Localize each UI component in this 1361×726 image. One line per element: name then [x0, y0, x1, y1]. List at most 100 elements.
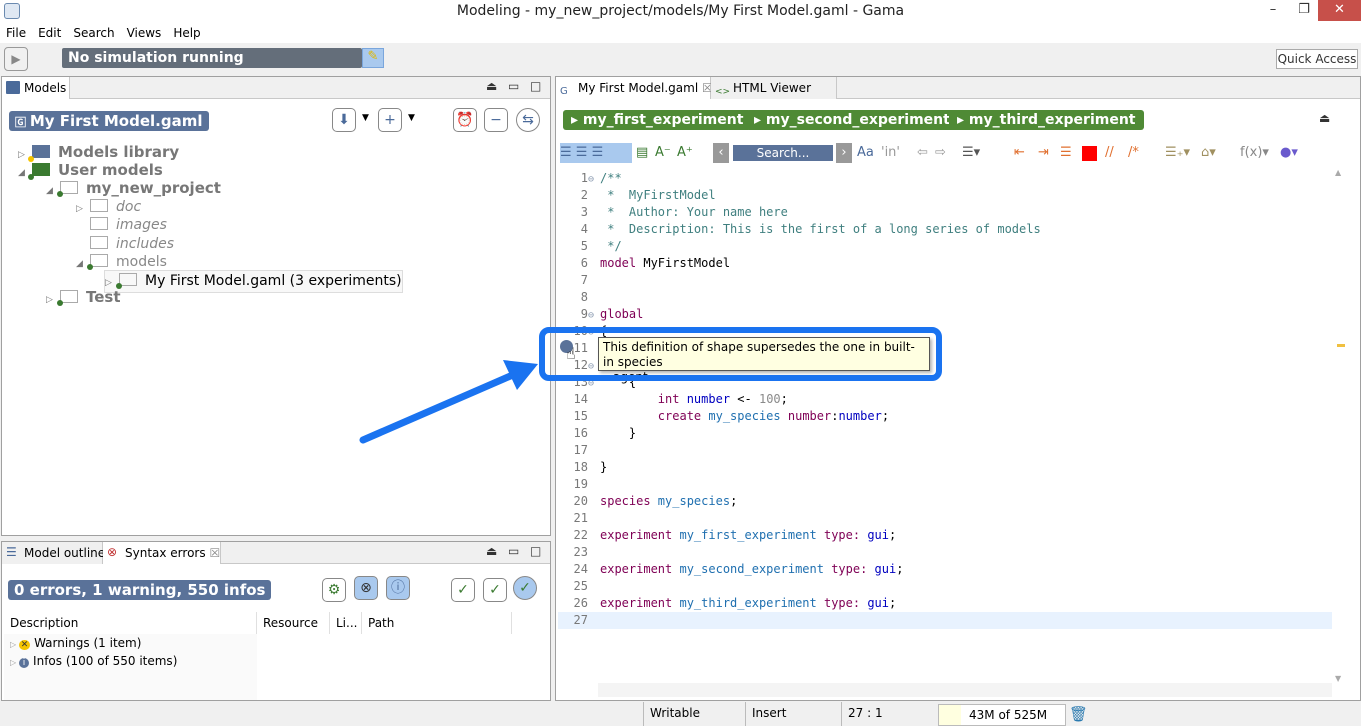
format-icon[interactable]: ☰	[1060, 143, 1072, 163]
tree-item[interactable]: ▷ My First Model.gaml (3 experiments)	[104, 269, 403, 293]
code-line[interactable]: 24 experiment my_second_experiment type: …	[558, 561, 1332, 578]
tree-item[interactable]: ▷ Test	[46, 288, 121, 309]
horizontal-scrollbar[interactable]	[598, 683, 1332, 697]
tab-models[interactable]: Models	[2, 77, 70, 99]
code-line[interactable]: 25	[558, 578, 1332, 595]
close-button[interactable]: ✕	[1318, 0, 1361, 21]
auto-validate-icon[interactable]: ✓	[513, 576, 537, 600]
search-next-icon[interactable]: ›	[836, 143, 852, 163]
quick-access-input[interactable]: Quick Access	[1276, 49, 1358, 69]
collapse-all-icon[interactable]: −	[484, 108, 508, 132]
code-line[interactable]: 5 */	[558, 238, 1332, 255]
code-line[interactable]: 22 experiment my_first_experiment type: g…	[558, 527, 1332, 544]
garbage-collect-icon[interactable]: 🗑	[1069, 705, 1088, 723]
code-line[interactable]: 4 * Description: This is the first of a …	[558, 221, 1332, 238]
code-line[interactable]: 19	[558, 476, 1332, 493]
minimize-view-icon[interactable]: ▭	[508, 544, 519, 558]
chevron-down-icon[interactable]: ▼	[408, 113, 415, 123]
search-input[interactable]: Search...	[733, 145, 833, 161]
view-menu-icon[interactable]: ⏏	[1319, 111, 1330, 125]
column-line[interactable]: Li...	[330, 612, 362, 634]
increase-font-icon[interactable]: A⁺	[677, 143, 693, 163]
code-editor[interactable]: 1⊖/** 2 * MyFirstModel 3 * Author: Your na…	[558, 168, 1332, 683]
line-numbers-icon[interactable]: ☰ ☰ ☰	[560, 143, 632, 163]
code-line[interactable]: 16 }	[558, 425, 1332, 442]
column-description[interactable]: Description	[4, 612, 257, 634]
minimize-button[interactable]: –	[1258, 0, 1288, 21]
color-icon[interactable]	[1082, 146, 1097, 161]
warning-marker[interactable]	[1337, 344, 1345, 347]
menu-search[interactable]: Search	[67, 23, 120, 43]
toggle-warnings-icon[interactable]: ⊗	[354, 576, 378, 600]
code-line[interactable]: 20 species my_species;	[558, 493, 1332, 510]
infos-row[interactable]: ▷ i Infos (100 of 550 items)	[10, 654, 177, 668]
code-line[interactable]: 27	[558, 612, 1332, 629]
column-resource[interactable]: Resource	[257, 612, 330, 634]
view-menu-icon[interactable]: ⏏	[486, 79, 497, 93]
close-tab-icon[interactable]: ☒	[209, 546, 220, 560]
tree-item[interactable]: includes	[76, 234, 174, 253]
code-line[interactable]: 9⊖ global	[558, 306, 1332, 323]
code-line[interactable]: 21	[558, 510, 1332, 527]
experiment-button-second[interactable]: ▸ my_second_experiment	[746, 110, 958, 130]
chevron-down-icon[interactable]: ▼	[362, 113, 369, 123]
alarm-clock-icon[interactable]: ⏰	[453, 108, 477, 132]
shift-right-icon[interactable]: ⇥	[1038, 143, 1049, 163]
search-previous-icon[interactable]: ‹	[713, 143, 729, 163]
code-line[interactable]: 1⊖/**	[558, 170, 1332, 187]
navigate-back-icon[interactable]: ⇦	[917, 143, 928, 163]
restore-button[interactable]: ❐	[1289, 0, 1319, 21]
comment-icon[interactable]: //	[1105, 143, 1114, 163]
column-path[interactable]: Path	[362, 612, 512, 634]
maximize-view-icon[interactable]: □	[530, 79, 541, 93]
list-icon[interactable]: ☰▾	[962, 143, 980, 163]
validate-folder-icon[interactable]: ✓	[483, 578, 507, 602]
code-line[interactable]: 26 experiment my_third_experiment type: g…	[558, 595, 1332, 612]
code-line[interactable]: 2 * MyFirstModel	[558, 187, 1332, 204]
code-line[interactable]: 14 int number <- 100;	[558, 391, 1332, 408]
menu-edit[interactable]: Edit	[32, 23, 67, 43]
block-comment-icon[interactable]: /*	[1128, 143, 1139, 163]
settings-gear-icon[interactable]: ⚙	[322, 578, 346, 602]
maximize-view-icon[interactable]: □	[530, 544, 541, 558]
import-icon[interactable]: ⬇	[332, 108, 356, 132]
code-line[interactable]: 17	[558, 442, 1332, 459]
code-line[interactable]: 18}	[558, 459, 1332, 476]
add-icon[interactable]: +	[378, 108, 402, 132]
experiment-button-first[interactable]: ▸ my_first_experiment	[563, 110, 752, 130]
code-line[interactable]: 8	[558, 289, 1332, 306]
fold-icon[interactable]: ⊖	[588, 307, 600, 324]
view-menu-icon[interactable]: ⏏	[486, 544, 497, 558]
code-line[interactable]: 6 model MyFirstModel	[558, 255, 1332, 272]
code-line[interactable]: 15 create my_species number:number;	[558, 408, 1332, 425]
tab-html-viewer[interactable]: <> HTML Viewer	[711, 77, 837, 99]
navigate-forward-icon[interactable]: ⇨	[935, 143, 946, 163]
link-editor-icon[interactable]: ⇆	[516, 108, 540, 132]
tab-model-outline[interactable]: ☰ Model outline	[2, 542, 105, 564]
toggle-infos-icon[interactable]: ⓘ	[386, 576, 410, 600]
insert-icon[interactable]: ☰₊▾	[1165, 143, 1190, 163]
current-file-pill[interactable]: 🄶 My First Model.gaml	[9, 111, 209, 131]
function-icon[interactable]: f(x)▾	[1240, 143, 1269, 163]
minimize-view-icon[interactable]: ▭	[508, 79, 519, 93]
code-line[interactable]: 23	[558, 544, 1332, 561]
case-sensitive-icon[interactable]: Aa	[857, 143, 874, 163]
tab-syntax-errors[interactable]: ⊗ Syntax errors ☒	[103, 542, 221, 564]
code-line[interactable]: 3 * Author: Your name here	[558, 204, 1332, 221]
brush-icon[interactable]: ✎	[362, 48, 384, 68]
shift-left-icon[interactable]: ⇤	[1014, 143, 1025, 163]
palette-icon[interactable]: ●▾	[1280, 143, 1298, 163]
menu-file[interactable]: File	[0, 23, 32, 43]
fold-icon[interactable]: ⊖	[588, 171, 600, 188]
experiment-button-third[interactable]: ▸ my_third_experiment	[949, 110, 1144, 130]
tree-item[interactable]: images	[76, 215, 167, 234]
menu-views[interactable]: Views	[121, 23, 168, 43]
outline-icon[interactable]: ▤	[636, 143, 648, 163]
menu-help[interactable]: Help	[167, 23, 206, 43]
building-icon[interactable]: ⌂▾	[1201, 143, 1216, 163]
decrease-font-icon[interactable]: A⁻	[655, 143, 671, 163]
warnings-row[interactable]: ▷ ✕ Warnings (1 item)	[10, 636, 141, 650]
validate-folders-icon[interactable]: ✓	[451, 578, 475, 602]
code-line[interactable]: 7	[558, 272, 1332, 289]
vertical-scrollbar[interactable]: ▲ ▼	[1332, 168, 1346, 683]
